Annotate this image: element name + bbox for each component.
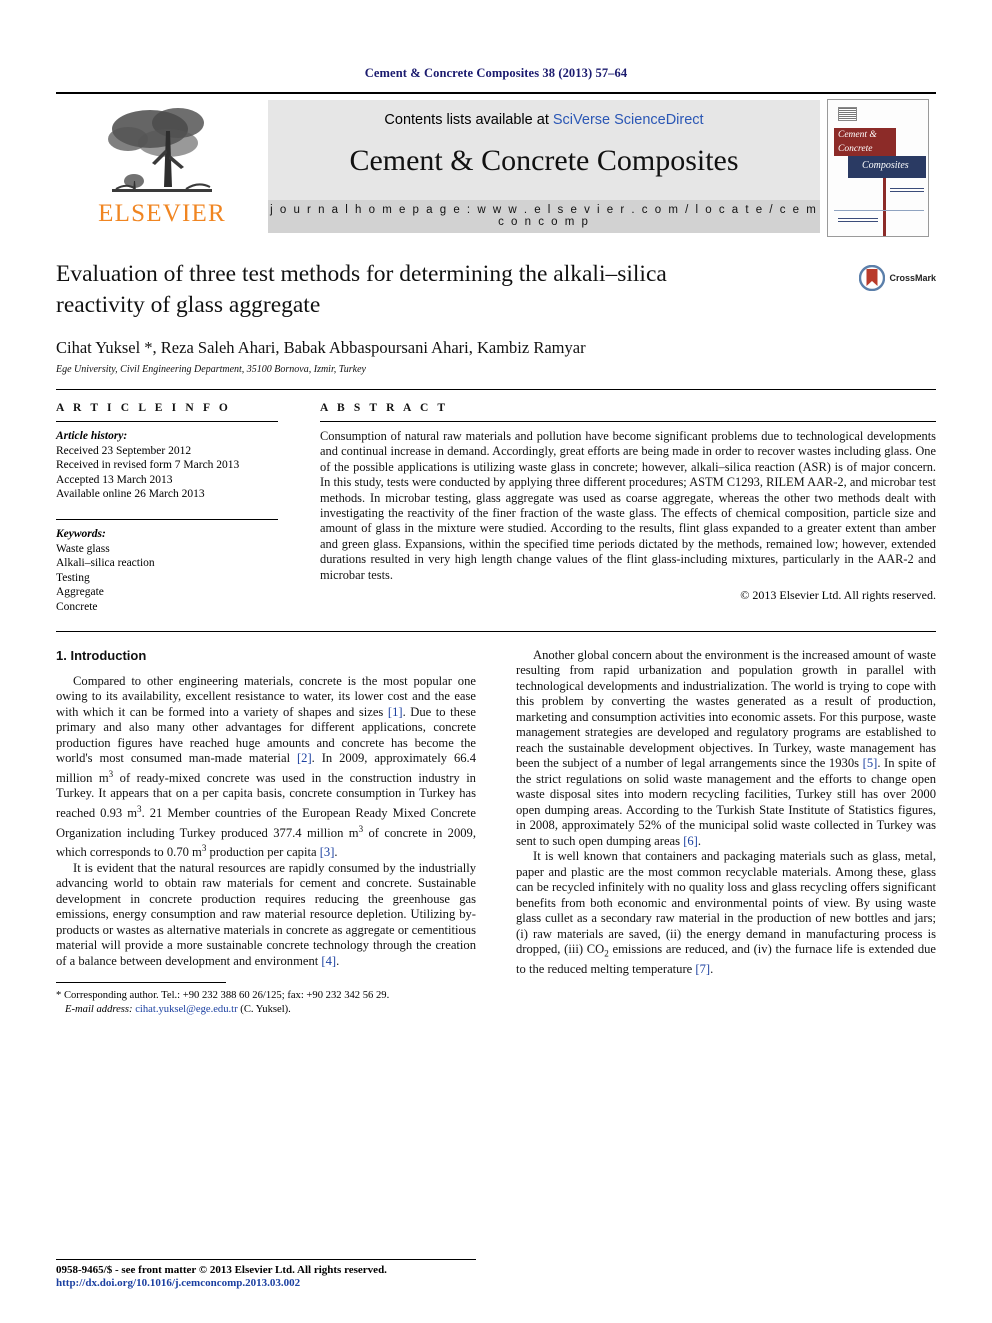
history-item: Accepted 13 March 2013: [56, 473, 173, 486]
elsevier-wordmark: ELSEVIER: [98, 200, 226, 227]
divider-body: [56, 630, 936, 632]
journal-homepage[interactable]: j o u r n a l h o m e p a g e : w w w . …: [268, 200, 820, 233]
sciencedirect-link[interactable]: SciVerse ScienceDirect: [553, 112, 704, 128]
crossmark-label: CrossMark: [889, 273, 936, 283]
keyword-item: Aggregate: [56, 586, 104, 599]
divider-top: [56, 389, 936, 390]
cover-logo-icon: [838, 107, 857, 121]
body-column-left: 1. Introduction Compared to other engine…: [56, 648, 476, 1017]
keywords-divider: [56, 518, 278, 520]
journal-masthead: ELSEVIER Contents lists available at Sci…: [56, 92, 936, 237]
article-history-label: Article history:: [56, 430, 128, 442]
cover-line3: Composites: [862, 160, 909, 171]
paragraph: Another global concern about the environ…: [516, 648, 936, 850]
contents-line: Contents lists available at SciVerse Sci…: [268, 112, 820, 128]
cover-line1: Cement &: [838, 130, 877, 140]
keyword-item: Testing: [56, 571, 90, 584]
paragraph-text: Compared to other engineering materials,…: [56, 673, 477, 860]
abstract-text: Consumption of natural raw materials and…: [320, 429, 936, 582]
body-region: 1. Introduction Compared to other engine…: [56, 648, 936, 1017]
article-info-column: A R T I C L E I N F O Article history: R…: [56, 402, 300, 615]
cover-horizontal-rule: [834, 210, 924, 211]
article-info-heading: A R T I C L E I N F O: [56, 402, 231, 414]
author-list: Cihat Yuksel *, Reza Saleh Ahari, Babak …: [56, 338, 586, 357]
journal-banner: Contents lists available at SciVerse Sci…: [268, 100, 820, 233]
cover-vertical-rule: [883, 178, 886, 236]
crossmark-icon: [859, 265, 886, 291]
keyword-item: Waste glass: [56, 542, 110, 555]
email-label: E-mail address:: [65, 1003, 133, 1015]
body-column-right: Another global concern about the environ…: [516, 648, 936, 1017]
paragraph: Compared to other engineering materials,…: [56, 674, 476, 861]
cover-red-band: Cement & Concrete: [834, 128, 896, 156]
history-item: Available online 26 March 2013: [56, 488, 205, 501]
section-heading-introduction: 1. Introduction: [56, 647, 147, 663]
keywords-label: Keywords:: [56, 527, 106, 540]
running-head: Cement & Concrete Composites 38 (2013) 5…: [364, 66, 628, 80]
info-divider: [56, 421, 278, 422]
journal-cover-wrap: Cement & Concrete Composites: [820, 94, 936, 237]
info-abstract-region: A R T I C L E I N F O Article history: R…: [56, 402, 936, 615]
paragraph: It is evident that the natural resources…: [56, 861, 476, 970]
contents-prefix: Contents lists available at: [384, 112, 553, 128]
footnote-text: * Corresponding author. Tel.: +90 232 38…: [56, 990, 390, 1002]
affiliation: Ege University, Civil Engineering Depart…: [56, 364, 366, 375]
footnote-divider: [56, 982, 226, 984]
title-block: Evaluation of three test methods for det…: [56, 259, 936, 375]
paragraph-text: It is evident that the natural resources…: [56, 860, 476, 968]
footnote-corresponding-author: * Corresponding author. Tel.: +90 232 38…: [56, 989, 476, 1002]
history-item: Received 23 September 2012: [56, 444, 192, 457]
paragraph: It is well known that containers and pac…: [516, 849, 936, 978]
cover-text-block-2: [838, 218, 878, 222]
keyword-item: Alkali–silica reaction: [56, 557, 155, 570]
crossmark-badge[interactable]: CrossMark: [844, 265, 936, 291]
keyword-item: Concrete: [56, 600, 98, 613]
elsevier-tree-icon: [108, 108, 212, 192]
abstract-copyright: © 2013 Elsevier Ltd. All rights reserved…: [740, 588, 936, 603]
issn-copyright-line: 0958-9465/$ - see front matter © 2013 El…: [56, 1263, 387, 1276]
abstract-column: A B S T R A C T Consumption of natural r…: [300, 402, 936, 615]
footnote-email: E-mail address: cihat.yuksel@ege.edu.tr …: [56, 1003, 476, 1016]
page-title: Evaluation of three test methods for det…: [56, 261, 667, 318]
cover-navy-band: Composites: [848, 156, 926, 178]
email-link[interactable]: cihat.yuksel@ege.edu.tr: [135, 1004, 237, 1015]
email-suffix: (C. Yuksel).: [237, 1003, 291, 1015]
abstract-heading: A B S T R A C T: [320, 402, 449, 414]
paper-page: Cement & Concrete Composites 38 (2013) 5…: [0, 0, 992, 1323]
paragraph-text: Another global concern about the environ…: [516, 647, 936, 848]
doi-link[interactable]: http://dx.doi.org/10.1016/j.cemconcomp.2…: [56, 1277, 476, 1289]
cover-text-block-1: [890, 188, 924, 192]
abstract-divider: [320, 421, 936, 422]
paragraph-text: It is well known that containers and pac…: [516, 849, 937, 977]
journal-cover-thumbnail: Cement & Concrete Composites: [827, 99, 929, 237]
footer-divider: [56, 1258, 476, 1260]
publisher-logo: ELSEVIER: [56, 94, 268, 237]
journal-title: Cement & Concrete Composites: [349, 144, 739, 177]
cover-line2: Concrete: [838, 144, 873, 154]
footer-block: 0958-9465/$ - see front matter © 2013 El…: [56, 1258, 476, 1289]
history-item: Received in revised form 7 March 2013: [56, 459, 240, 472]
keywords-block: Keywords: Waste glass Alkali–silica reac…: [56, 518, 278, 615]
